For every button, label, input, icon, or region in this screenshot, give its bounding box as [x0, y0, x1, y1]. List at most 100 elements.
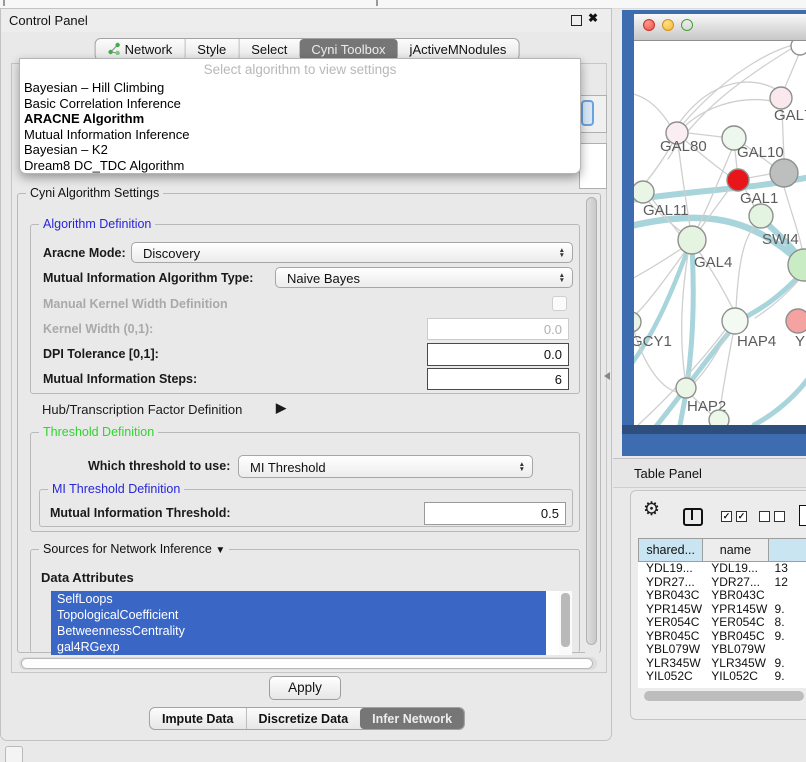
table-panel-title: Table Panel	[634, 466, 702, 481]
dropdown-item-basic-correlation-inference[interactable]: Basic Correlation Inference	[20, 96, 580, 112]
network-edge[interactable]	[748, 174, 770, 178]
top-strip-tick	[376, 0, 378, 6]
bottom-tab-impute-data[interactable]: Impute Data	[150, 708, 246, 729]
attribute-item-gal4rgexp[interactable]: gal4RGexp	[51, 639, 546, 655]
splitpane-collapse-arrow[interactable]	[604, 372, 610, 380]
top-strip-tick	[3, 0, 5, 6]
data-attributes-list[interactable]: SelfLoopsTopologicalCoefficientBetweenne…	[51, 591, 559, 655]
table-row[interactable]: YIL052CYIL052C9.	[638, 670, 806, 684]
gear-icon[interactable]: ⚙	[643, 498, 660, 521]
table-horizontal-scrollbar[interactable]	[640, 690, 806, 702]
bottom-tab-infer-network[interactable]: Infer Network	[360, 708, 464, 729]
tab-select[interactable]: Select	[238, 39, 299, 60]
manual-kernel-width-label: Manual Kernel Width Definition	[43, 297, 228, 311]
mi-threshold-definition-group: MI Threshold Definition Mutual Informati…	[39, 489, 573, 527]
table-row[interactable]: YDR27...YDR27...12	[638, 576, 806, 590]
tab-network[interactable]: Network	[96, 39, 185, 60]
network-node-HAP2[interactable]	[676, 378, 696, 398]
apply-button[interactable]: Apply	[269, 676, 341, 700]
table-row[interactable]: YBL079WYBL079W	[638, 643, 806, 657]
scrollbar-thumb[interactable]	[644, 691, 804, 701]
network-edge[interactable]	[736, 227, 754, 309]
column-header-shared[interactable]: shared...	[638, 538, 703, 562]
network-node-GCY1[interactable]	[634, 312, 641, 332]
close-panel-button[interactable]: ✖	[588, 11, 598, 25]
network-node-node-salmon[interactable]	[786, 309, 806, 333]
tab-style[interactable]: Style	[184, 39, 238, 60]
scrollbar-thumb[interactable]	[561, 593, 570, 647]
table-cell: YBR043C	[703, 589, 768, 603]
table-row[interactable]: YER054CYER054C8.	[638, 616, 806, 630]
dpi-tolerance-field[interactable]: 0.0	[427, 343, 569, 366]
network-node-GAL11[interactable]	[634, 181, 654, 203]
select-all-checkboxes-icon[interactable]: ✓ ✓	[721, 511, 747, 522]
table-cell: YIL052C	[703, 670, 768, 684]
collapsed-panel-icon[interactable]	[5, 746, 23, 762]
mac-minimize-button[interactable]	[662, 19, 674, 31]
scrollbar-thumb[interactable]	[586, 197, 597, 645]
network-canvas[interactable]: GAL7GAL80GAL10GAL1SWI4GAL11GAL4GCY1HAP4Y…	[634, 41, 806, 425]
network-edge[interactable]	[688, 133, 722, 137]
expand-arrow-icon[interactable]: ▶	[276, 400, 286, 416]
network-node-SWI4[interactable]	[749, 204, 773, 228]
table-row[interactable]: YBR045CYBR045C9.	[638, 630, 806, 644]
network-node-node-bottom[interactable]	[709, 410, 729, 425]
which-threshold-value: MI Threshold	[250, 460, 326, 475]
attribute-item-betweennesscentrality[interactable]: BetweennessCentrality	[51, 623, 546, 639]
tab-jactivemnodules[interactable]: jActiveMNodules	[398, 39, 519, 60]
mi-threshold-field[interactable]: 0.5	[424, 502, 566, 525]
network-edge[interactable]	[682, 254, 688, 378]
panel-title: Control Panel	[9, 13, 88, 28]
network-edge[interactable]	[686, 100, 772, 125]
scrollbar-thumb[interactable]	[21, 658, 593, 669]
network-node-GAL4[interactable]	[678, 226, 706, 254]
attributes-list-scrollbar[interactable]	[559, 591, 572, 655]
which-threshold-combobox[interactable]: MI Threshold ▲▼	[238, 455, 533, 478]
settings-horizontal-scrollbar[interactable]	[19, 657, 597, 670]
table-cell: YPR145W	[638, 603, 703, 617]
tab-cyni-toolbox[interactable]: Cyni Toolbox	[299, 39, 397, 60]
table-cell: YBR043C	[638, 589, 703, 603]
table-row[interactable]: YBR043CYBR043C	[638, 589, 806, 603]
attribute-item-selfloops[interactable]: SelfLoops	[51, 591, 546, 607]
float-window-button[interactable]	[571, 15, 582, 26]
file-icon[interactable]	[799, 505, 806, 526]
mi-steps-field[interactable]: 6	[427, 368, 569, 390]
dropdown-item-bayesian-hill-climbing[interactable]: Bayesian – Hill Climbing	[20, 80, 580, 96]
deselect-all-checkboxes-icon[interactable]	[759, 511, 785, 522]
dropdown-item-dream8-dc-tdc-algorithm[interactable]: Dream8 DC_TDC Algorithm	[20, 158, 580, 174]
mi-algorithm-type-combobox[interactable]: Naive Bayes ▲▼	[275, 267, 573, 288]
collapse-arrow-icon[interactable]: ▼	[215, 545, 225, 556]
network-node-node-gray[interactable]	[770, 159, 798, 187]
mac-close-button[interactable]	[643, 19, 655, 31]
network-edge[interactable]	[634, 93, 670, 125]
mac-zoom-button[interactable]	[681, 19, 693, 31]
table-cell: YBR045C	[638, 630, 703, 644]
attribute-item-topologicalcoefficient[interactable]: TopologicalCoefficient	[51, 607, 546, 623]
network-view-window: GAL7GAL80GAL10GAL1SWI4GAL11GAL4GCY1HAP4Y…	[622, 10, 806, 456]
tab-label: Style	[197, 42, 226, 57]
table-row[interactable]: YPR145WYPR145W9.	[638, 603, 806, 617]
dropdown-item-mutual-information-inference[interactable]: Mutual Information Inference	[20, 127, 580, 143]
mi-threshold-definition-legend: MI Threshold Definition	[48, 482, 184, 496]
unchecked-checkbox-icon	[759, 511, 770, 522]
focused-spinner-button	[581, 100, 594, 126]
bottom-tab-discretize-data[interactable]: Discretize Data	[246, 708, 361, 729]
split-columns-icon[interactable]	[683, 508, 703, 526]
dropdown-item-bayesian-k2[interactable]: Bayesian – K2	[20, 142, 580, 158]
network-node-GAL1[interactable]	[727, 169, 749, 191]
aracne-mode-combobox[interactable]: Discovery ▲▼	[131, 242, 573, 263]
network-edge[interactable]	[754, 379, 806, 425]
network-edge[interactable]	[785, 54, 799, 87]
network-node-node-top[interactable]	[791, 41, 806, 55]
table-row[interactable]: YDL19...YDL19...13	[638, 562, 806, 576]
threshold-definition-legend: Threshold Definition	[39, 425, 158, 439]
table-cell	[769, 589, 806, 603]
network-node-HAP4[interactable]	[722, 308, 748, 334]
column-header-name[interactable]: name	[703, 538, 768, 562]
network-node-GAL7[interactable]	[770, 87, 792, 109]
table-row[interactable]: YLR345WYLR345W9.	[638, 657, 806, 671]
dropdown-item-aracne-algorithm[interactable]: ARACNE Algorithm	[20, 111, 580, 127]
column-header-clipped[interactable]	[769, 538, 806, 562]
settings-vertical-scrollbar[interactable]	[585, 195, 599, 653]
